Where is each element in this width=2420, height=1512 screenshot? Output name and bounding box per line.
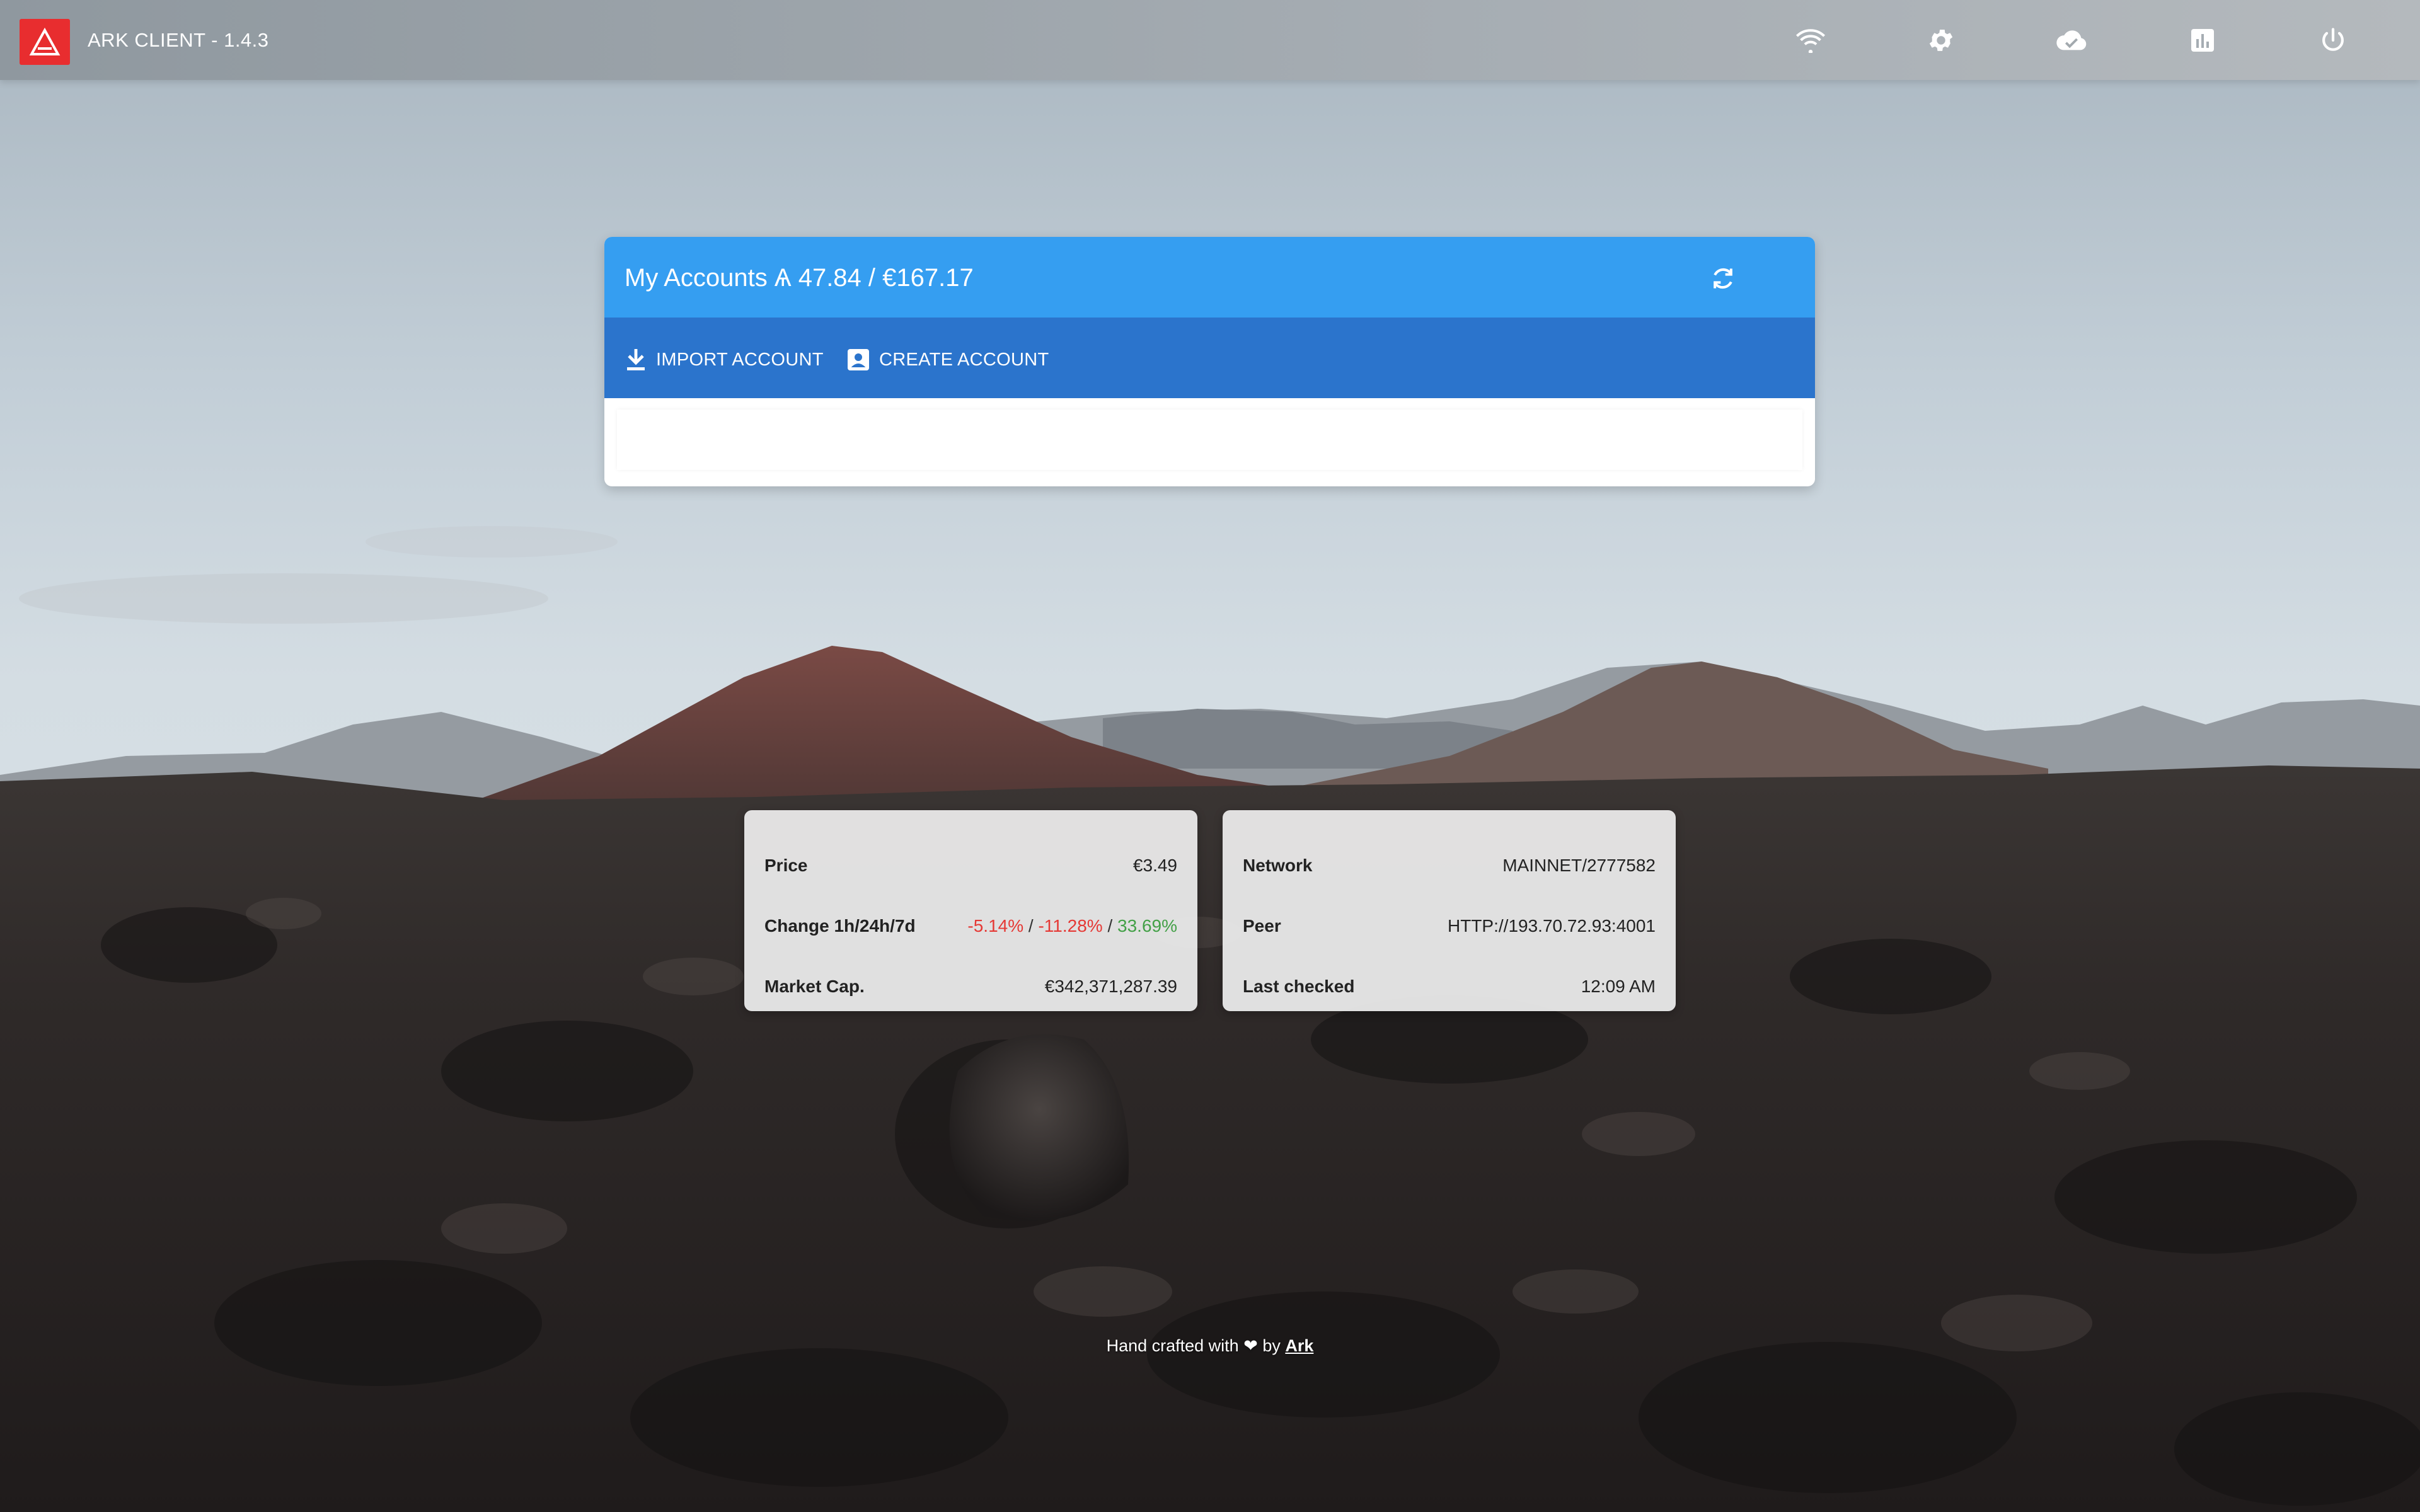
accounts-list: [617, 410, 1802, 470]
price-value: €3.49: [1132, 856, 1177, 875]
cloud-sync-button[interactable]: [2054, 23, 2089, 58]
last-checked-value: 12:09 AM: [1581, 976, 1656, 996]
account-box-icon: [848, 349, 869, 370]
power-icon: [2322, 28, 2344, 51]
network-row: Network MAINNET/2777582: [1243, 850, 1656, 881]
download-icon: [627, 349, 645, 370]
change-values: -5.14% / -11.28% / 33.69%: [967, 916, 1177, 936]
peer-value[interactable]: HTTP://193.70.72.93:4001: [1448, 916, 1656, 936]
accounts-toolbar: IMPORT ACCOUNT CREATE ACCOUNT: [604, 318, 1815, 398]
marketcap-row: Market Cap. €342,371,287.39: [764, 971, 1177, 1002]
refresh-button[interactable]: [1705, 261, 1741, 296]
landscape-image: [0, 0, 2420, 1512]
last-checked-row: Last checked 12:09 AM: [1243, 971, 1656, 1002]
network-info-card: Network MAINNET/2777582 Peer HTTP://193.…: [1223, 810, 1676, 1011]
background-landscape: [0, 0, 2420, 1512]
bar-chart-icon: [2191, 29, 2214, 52]
settings-button[interactable]: [1923, 23, 1959, 58]
change-label: Change 1h/24h/7d: [764, 916, 916, 936]
ark-logo-icon: [29, 27, 60, 55]
refresh-icon: [1714, 268, 1732, 289]
price-row: Price €3.49: [764, 850, 1177, 881]
power-button[interactable]: [2315, 23, 2351, 58]
market-info-card: Price €3.49 Change 1h/24h/7d -5.14% / -1…: [744, 810, 1197, 1011]
peer-label: Peer: [1243, 916, 1281, 936]
ark-link[interactable]: Ark: [1285, 1336, 1313, 1355]
import-account-label: IMPORT ACCOUNT: [656, 349, 824, 370]
marketcap-value: €342,371,287.39: [1044, 976, 1177, 996]
price-label: Price: [764, 856, 808, 875]
change-24h-value: -11.28%: [1038, 916, 1103, 936]
footer: Hand crafted with ❤ by Ark: [0, 1332, 2420, 1360]
last-checked-label: Last checked: [1243, 976, 1355, 996]
app-title: ARK CLIENT - 1.4.3: [88, 29, 269, 51]
peer-row: Peer HTTP://193.70.72.93:4001: [1243, 911, 1656, 941]
ark-logo[interactable]: [20, 19, 70, 65]
cloud-check-icon: [2056, 30, 2087, 50]
wifi-icon: [1795, 29, 1826, 53]
change-1h-value: -5.14%: [967, 916, 1024, 936]
change-separator: /: [1107, 916, 1113, 936]
create-account-button[interactable]: CREATE ACCOUNT: [846, 343, 1049, 377]
footer-text: Hand crafted with ❤ by: [1106, 1336, 1281, 1355]
change-separator: /: [1028, 916, 1034, 936]
marketcap-label: Market Cap.: [764, 976, 865, 996]
import-account-button[interactable]: IMPORT ACCOUNT: [625, 343, 824, 377]
accounts-card: My Accounts Ѧ 47.84 / €167.17 IMPORT ACC…: [604, 237, 1815, 486]
create-account-label: CREATE ACCOUNT: [879, 349, 1049, 370]
gear-icon: [1929, 30, 1953, 51]
change-7d-value: 33.69%: [1117, 916, 1177, 936]
network-value: MAINNET/2777582: [1502, 856, 1656, 875]
accounts-header: My Accounts Ѧ 47.84 / €167.17: [604, 237, 1815, 318]
top-app-bar: ARK CLIENT - 1.4.3: [0, 0, 2420, 80]
network-label: Network: [1243, 856, 1313, 875]
charts-button[interactable]: [2185, 23, 2220, 58]
network-status-button[interactable]: [1793, 23, 1828, 58]
accounts-title: My Accounts Ѧ 47.84 / €167.17: [625, 264, 974, 292]
change-row: Change 1h/24h/7d -5.14% / -11.28% / 33.6…: [764, 911, 1177, 941]
